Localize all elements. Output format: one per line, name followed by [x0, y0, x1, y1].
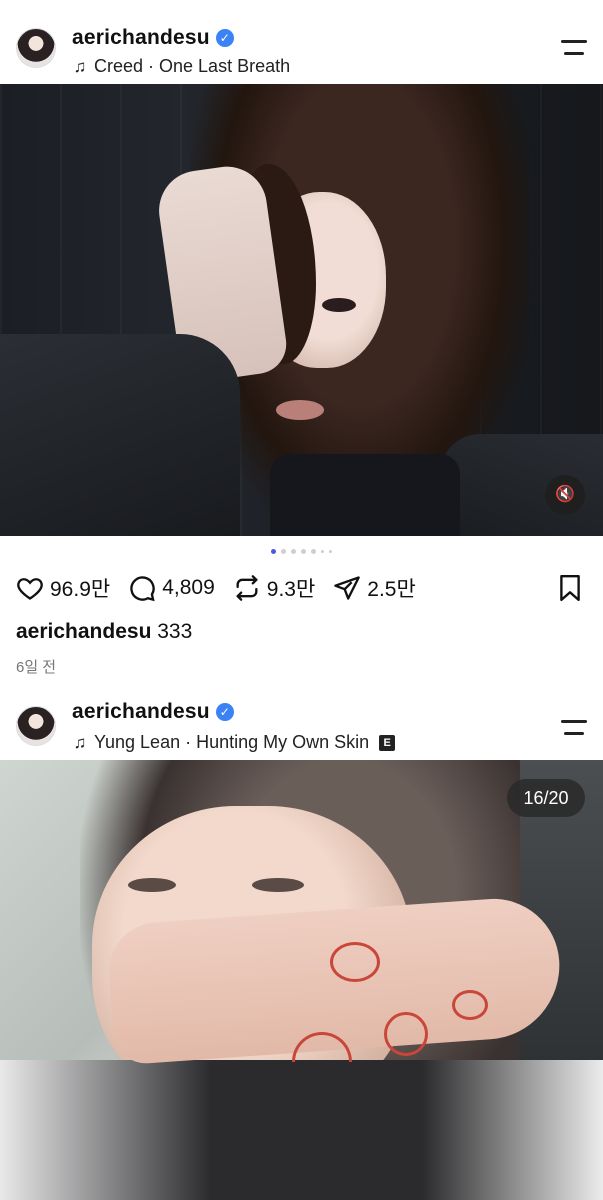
action-bar: 96.9만 4,809 9.3만 2.5만	[16, 570, 587, 606]
bookmark-icon[interactable]	[557, 574, 583, 602]
like-button[interactable]: 96.9만	[16, 573, 110, 603]
menu-icon[interactable]	[561, 720, 587, 736]
post-header: aerichandesu ✓ ♫ Yung Lean · Hunting My …	[0, 684, 603, 760]
music-row[interactable]: ♫ Yung Lean · Hunting My Own Skin E	[72, 732, 396, 753]
caption-text: 333	[157, 620, 193, 643]
music-row[interactable]: ♫ Creed · One Last Breath	[72, 56, 290, 77]
caption-username[interactable]: aerichandesu	[16, 620, 151, 643]
carousel-dot	[281, 549, 286, 554]
username-row: aerichandesu ✓	[72, 26, 234, 50]
menu-icon[interactable]	[561, 40, 587, 56]
verified-badge-icon: ✓	[215, 29, 234, 47]
post-timestamp: 6일 전	[16, 659, 57, 676]
media-counter: 16/20	[507, 779, 585, 817]
send-icon	[334, 576, 361, 600]
carousel-dot	[329, 550, 332, 553]
post-media[interactable]	[0, 760, 603, 1200]
music-track: Creed · One Last Breath	[94, 56, 291, 76]
share-button[interactable]: 2.5만	[333, 573, 416, 603]
heart-icon	[17, 578, 43, 600]
music-note-icon: ♫	[73, 56, 87, 76]
carousel-dot	[291, 549, 296, 554]
username[interactable]: aerichandesu	[72, 700, 210, 724]
caption: aerichandesu 333	[16, 620, 192, 644]
comment-icon	[130, 576, 155, 602]
carousel-dot	[301, 549, 306, 554]
share-count: 2.5만	[367, 578, 416, 601]
explicit-badge: E	[379, 734, 396, 751]
carousel-indicator	[0, 549, 603, 554]
repost-count: 9.3만	[266, 578, 316, 601]
repost-button[interactable]: 9.3만	[233, 573, 316, 603]
username-row: aerichandesu ✓	[72, 700, 234, 724]
carousel-dot	[311, 549, 316, 554]
username[interactable]: aerichandesu	[72, 26, 210, 50]
avatar[interactable]	[16, 28, 56, 68]
mute-icon[interactable]: 🔇	[545, 475, 585, 515]
carousel-dot	[271, 549, 276, 554]
avatar[interactable]	[16, 706, 56, 746]
post-media[interactable]	[0, 84, 603, 536]
music-note-icon: ♫	[73, 732, 87, 752]
music-track: Yung Lean · Hunting My Own Skin	[94, 732, 370, 752]
comment-button[interactable]: 4,809	[128, 574, 215, 602]
comment-count: 4,809	[162, 576, 215, 599]
like-count: 96.9만	[50, 578, 111, 601]
repost-icon	[236, 575, 258, 601]
verified-badge-icon: ✓	[215, 703, 234, 721]
post-header: aerichandesu ✓ ♫ Creed · One Last Breath	[0, 0, 603, 84]
carousel-dot	[321, 550, 324, 553]
